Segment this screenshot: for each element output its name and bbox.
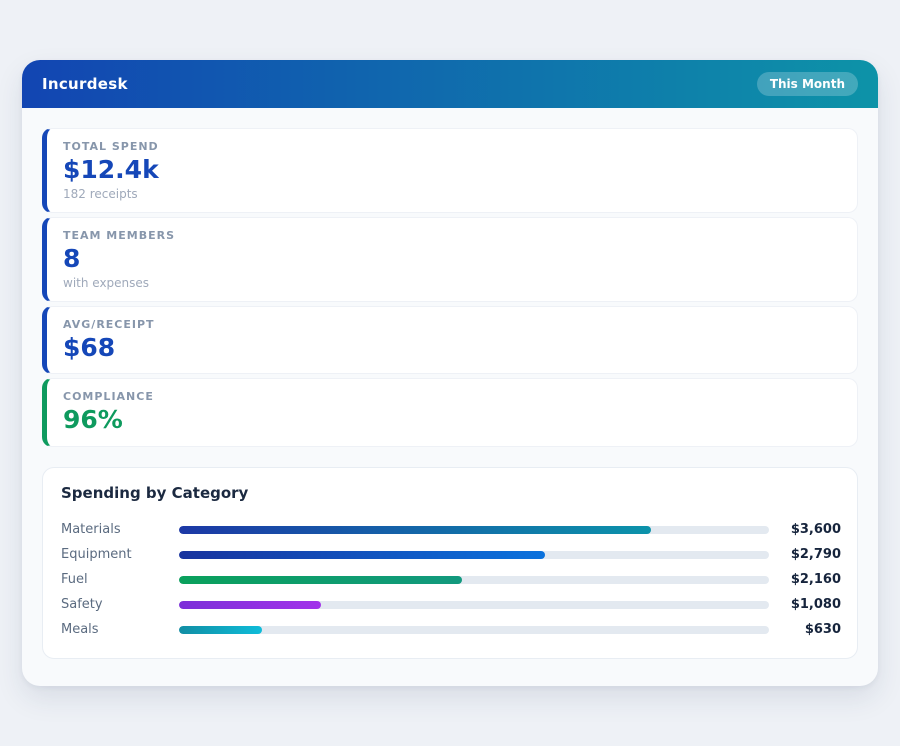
stat-label: TOTAL SPEND — [63, 140, 159, 153]
incurdesk-panel: Incurdesk This Month TOTAL SPEND $12.4k … — [22, 60, 878, 686]
chart-title: Spending by Category — [61, 484, 249, 502]
category-row: Meals $630 — [59, 617, 841, 642]
stat-card-total-spend: TOTAL SPEND $12.4k 182 receipts — [42, 128, 858, 213]
category-value: $3,600 — [790, 522, 841, 537]
stat-subtext: with expenses — [63, 275, 150, 290]
category-label: Meals — [61, 622, 99, 637]
spending-by-category-card: Spending by Category Materials $3,600 Eq… — [42, 467, 858, 659]
category-row: Safety $1,080 — [59, 592, 841, 617]
category-value: $2,160 — [790, 572, 841, 587]
category-label: Fuel — [61, 572, 88, 587]
stat-label: TEAM MEMBERS — [63, 228, 176, 242]
app-title: Incurdesk — [42, 75, 128, 93]
stat-card-compliance: COMPLIANCE 96% — [42, 378, 858, 447]
category-bar-track — [179, 575, 769, 584]
category-bar-fill — [179, 625, 262, 634]
stat-card-team-members: TEAM MEMBERS 8 with expenses — [42, 216, 858, 302]
period-badge[interactable]: This Month — [756, 72, 858, 96]
stat-subtext: 182 receipts — [63, 186, 138, 201]
category-label: Equipment — [61, 547, 132, 562]
stat-card-avg-receipt: AVG/RECEIPT $68 — [42, 305, 858, 375]
stat-label: COMPLIANCE — [63, 390, 154, 404]
stats-list: TOTAL SPEND $12.4k 182 receipts TEAM MEM… — [42, 128, 858, 447]
category-label: Safety — [61, 597, 103, 612]
stat-label: AVG/RECEIPT — [63, 317, 155, 331]
category-bar-track — [179, 525, 769, 534]
category-bar-track — [179, 550, 769, 559]
stat-value: 8 — [63, 243, 81, 273]
app-header: Incurdesk This Month — [22, 60, 878, 108]
category-value: $2,790 — [790, 547, 841, 562]
category-bar-fill — [179, 525, 651, 534]
stat-value: $12.4k — [63, 155, 159, 184]
stat-value: $68 — [63, 332, 116, 362]
category-rows: Materials $3,600 Equipment $2,790 Fuel $… — [59, 517, 841, 642]
category-row: Fuel $2,160 — [59, 567, 841, 592]
category-bar-fill — [179, 550, 545, 559]
category-value: $1,080 — [790, 597, 841, 612]
category-value: $630 — [804, 622, 841, 637]
category-row: Equipment $2,790 — [59, 542, 841, 567]
category-row: Materials $3,600 — [59, 517, 841, 542]
category-label: Materials — [61, 522, 121, 537]
category-bar-fill — [179, 600, 321, 609]
category-bar-fill — [179, 575, 463, 584]
stat-value: 96% — [63, 405, 123, 435]
category-bar-track — [179, 625, 769, 634]
category-bar-track — [179, 600, 769, 609]
panel-content: TOTAL SPEND $12.4k 182 receipts TEAM MEM… — [22, 108, 878, 679]
